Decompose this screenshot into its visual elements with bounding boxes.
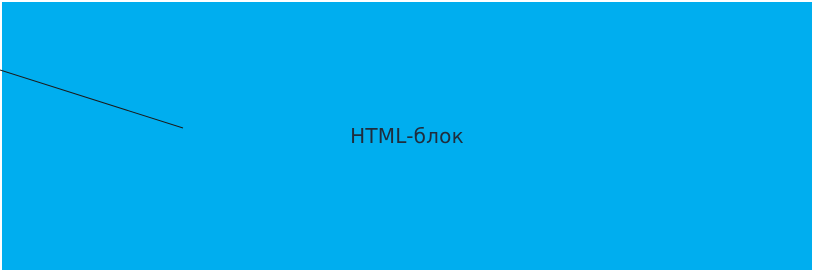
html-block[interactable]: HTML-блок [2,2,812,270]
html-block-label: HTML-блок [350,124,464,148]
